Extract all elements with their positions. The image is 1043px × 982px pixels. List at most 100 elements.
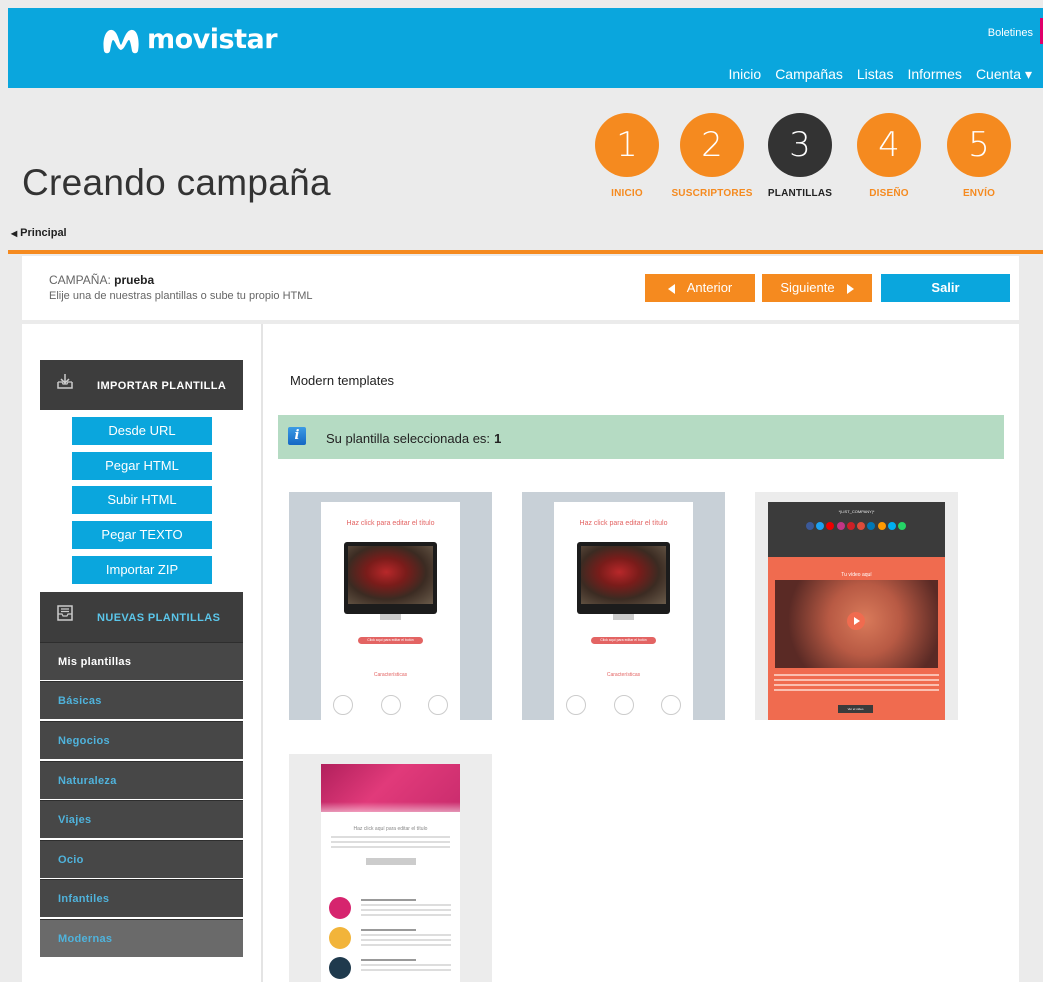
template-preview: Haz click para editar el título Click aq…	[554, 502, 693, 720]
movistar-logo[interactable]: movistar	[101, 24, 278, 55]
android-icon	[329, 897, 351, 919]
template-preview: *|LIST_COMPANY|* Tu vídeo aquí Ver el ví…	[768, 502, 945, 720]
campaign-bar: CAMPAÑA: prueba Elije una de nuestras pl…	[22, 256, 1019, 320]
category-infantiles[interactable]: Infantiles	[40, 879, 243, 917]
campaign-key: CAMPAÑA:	[49, 273, 111, 287]
new-templates-title: NUEVAS PLANTILLAS	[97, 612, 221, 624]
category-basicas[interactable]: Básicas	[40, 681, 243, 719]
mail-icon	[661, 695, 681, 715]
check-icon	[613, 695, 634, 715]
monitor-image	[344, 542, 437, 620]
template-thumbnail-1[interactable]: Haz click para editar el título Click aq…	[289, 492, 492, 720]
step-1-number: 1	[595, 113, 659, 177]
nav-informes[interactable]: Informes	[900, 66, 968, 83]
campaign-label: CAMPAÑA: prueba	[49, 273, 154, 287]
video-image	[775, 580, 938, 668]
page-title: Creando campaña	[22, 162, 331, 203]
main-nav: Inicio Campañas Listas Informes Cuenta ▾	[722, 66, 1040, 93]
template-thumbnail-3[interactable]: *|LIST_COMPANY|* Tu vídeo aquí Ver el ví…	[755, 492, 958, 720]
template-thumbnail-4[interactable]: Haz click aquí para editar el título	[289, 754, 492, 982]
windows-icon	[329, 957, 351, 979]
template-thumbnail-2[interactable]: Haz click para editar el título Click aq…	[522, 492, 725, 720]
breadcrumb[interactable]: ◀ Principal	[11, 227, 67, 239]
nav-listas[interactable]: Listas	[850, 66, 901, 83]
template-feature: Características	[606, 672, 641, 678]
arrow-left-icon	[667, 283, 675, 294]
previous-button[interactable]: Anterior	[645, 274, 755, 302]
import-template-header: IMPORTAR PLANTILLA	[40, 360, 243, 410]
import-template-title: IMPORTAR PLANTILLA	[97, 380, 227, 392]
googleplus-icon	[857, 522, 866, 530]
video-text	[774, 674, 939, 698]
nav-campanas[interactable]: Campañas	[768, 66, 850, 93]
rocket-icon	[333, 695, 353, 715]
feature-icons	[566, 695, 681, 715]
feature-row	[329, 897, 452, 923]
template-feature: Características	[373, 672, 408, 678]
play-icon	[847, 612, 865, 630]
youtube-icon	[826, 522, 835, 530]
previous-label: Anterior	[686, 280, 733, 295]
category-naturaleza[interactable]: Naturaleza	[40, 761, 243, 799]
category-negocios[interactable]: Negocios	[40, 721, 243, 759]
template-button	[366, 858, 416, 865]
video-button: Ver el vídeo	[838, 705, 873, 713]
exit-button[interactable]: Salir	[881, 274, 1010, 302]
next-button[interactable]: Siguiente	[762, 274, 872, 302]
breadcrumb-label: Principal	[20, 227, 67, 239]
step-5-label: ENVÍO	[962, 188, 996, 199]
template-preview: Haz click aquí para editar el título	[321, 764, 460, 982]
social-icons	[806, 522, 906, 530]
paste-html-button[interactable]: Pegar HTML	[72, 452, 212, 480]
skype-icon	[887, 522, 896, 530]
template-button: Click aquí para editar el botón	[358, 637, 423, 644]
download-tray-icon	[57, 374, 73, 389]
template-title: Haz click para editar el título	[579, 520, 668, 527]
new-templates-header: NUEVAS PLANTILLAS	[40, 592, 243, 642]
paste-text-button[interactable]: Pegar TEXTO	[72, 521, 212, 549]
rocket-icon	[566, 695, 586, 715]
progress-divider	[8, 250, 1043, 254]
arrow-right-icon	[846, 283, 854, 294]
instagram-icon	[836, 522, 845, 530]
category-ocio[interactable]: Ocio	[40, 840, 243, 878]
boletines-link[interactable]: Boletines	[988, 27, 1033, 39]
pinterest-icon	[846, 522, 855, 530]
inbox-icon	[57, 605, 73, 621]
category-mis-plantillas[interactable]: Mis plantillas	[40, 642, 243, 680]
campaign-subtitle: Elije una de nuestras plantillas o sube …	[49, 290, 313, 302]
mail-icon	[428, 695, 448, 715]
brand-name: movistar	[147, 24, 278, 55]
step-4-number: 4	[857, 113, 921, 177]
apple-icon	[329, 927, 351, 949]
category-modernas[interactable]: Modernas	[40, 919, 243, 957]
feature-row	[329, 957, 452, 982]
wizard-steps: 1 INICIO 2 SUSCRIPTORES 3 PLANTILLAS 4 D…	[590, 113, 1030, 203]
sidebar-divider	[261, 324, 263, 982]
selected-template-number: 1	[494, 431, 502, 446]
import-zip-button[interactable]: Importar ZIP	[72, 556, 212, 584]
template-text	[331, 836, 450, 851]
nav-cuenta[interactable]: Cuenta ▾	[969, 66, 1039, 83]
twitter-icon	[816, 522, 825, 530]
next-label: Siguiente	[780, 280, 835, 295]
main-panel: IMPORTAR PLANTILLA Desde URL Pegar HTML …	[22, 324, 1019, 982]
template-button: Click aquí para editar el botón	[591, 637, 656, 644]
top-header: movistar Boletines Inicio Campañas Lista…	[8, 8, 1043, 93]
alert-text: Su plantilla seleccionada es:	[326, 431, 491, 446]
feature-row	[329, 927, 452, 953]
upload-html-button[interactable]: Subir HTML	[72, 486, 212, 514]
template-title: Haz click para editar el título	[346, 520, 435, 527]
video-title: Tu vídeo aquí	[841, 572, 872, 578]
template-header: *|LIST_COMPANY|*	[768, 502, 945, 557]
import-url-button[interactable]: Desde URL	[72, 417, 212, 445]
alert-message: Su plantilla seleccionada es: 1	[326, 431, 501, 446]
campaign-name: prueba	[114, 273, 155, 287]
category-viajes[interactable]: Viajes	[40, 800, 243, 838]
step-2-number: 2	[680, 113, 744, 177]
facebook-icon	[806, 522, 814, 530]
step-5[interactable]: 5 ENVÍO	[924, 113, 1034, 199]
template-preview: Haz click para editar el título Click aq…	[321, 502, 460, 720]
nav-inicio[interactable]: Inicio	[722, 66, 769, 83]
step-3-number: 3	[768, 113, 832, 177]
